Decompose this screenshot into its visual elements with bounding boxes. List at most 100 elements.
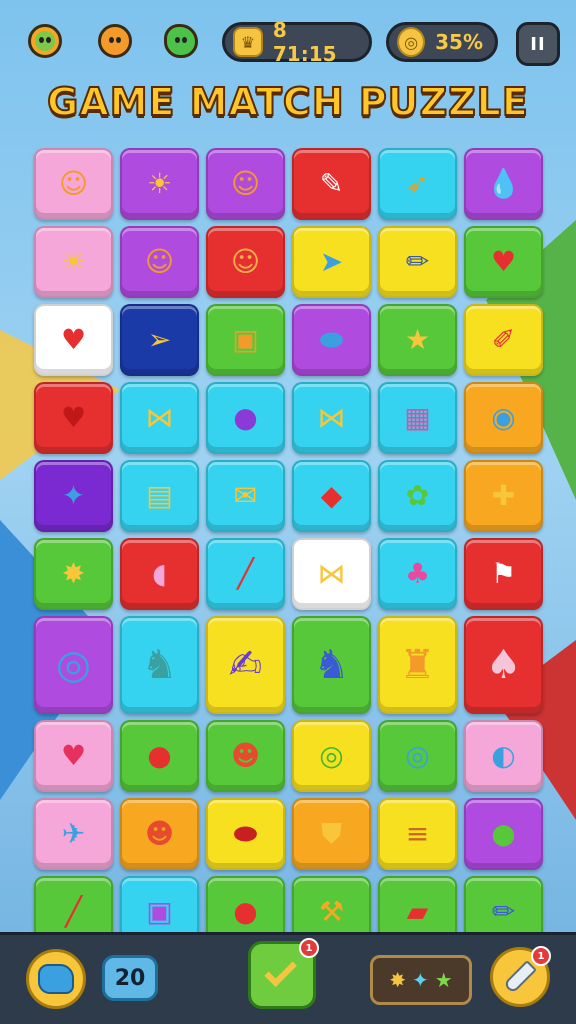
board-tile[interactable]: ✍: [206, 616, 285, 714]
board-tile[interactable]: ✎: [292, 148, 371, 220]
board-tile[interactable]: ♣: [378, 538, 457, 610]
star-icon: ✦: [412, 968, 429, 992]
robot-icon: ▦: [404, 401, 431, 434]
board-tile[interactable]: ◎: [34, 616, 113, 714]
green-apple-mascot-icon: [156, 16, 206, 66]
board-tile[interactable]: ●: [464, 798, 543, 870]
board-tile[interactable]: ☺: [206, 226, 285, 298]
puzzle-button[interactable]: [26, 949, 86, 1009]
blob-icon: ●: [233, 401, 258, 434]
board-tile[interactable]: ◉: [464, 382, 543, 454]
board-tile[interactable]: ☺: [120, 226, 199, 298]
star-icon: ✸: [61, 557, 86, 590]
board-tile[interactable]: ♥: [34, 304, 113, 376]
check-badge: 1: [299, 938, 319, 958]
banner-icon: ➢: [147, 323, 172, 356]
board-tile[interactable]: ♥: [34, 720, 113, 792]
board-tile[interactable]: ☻: [120, 798, 199, 870]
heart-icon: ♥: [60, 323, 87, 356]
sun-face-icon: ☀: [146, 167, 173, 200]
sun-face-icon: ☺: [58, 167, 89, 200]
coins-value: 8 71:15: [272, 18, 337, 66]
board-tile[interactable]: ✏: [378, 226, 457, 298]
fish-icon: ⋈: [317, 557, 346, 590]
cotton-candy-icon: ♠: [485, 642, 522, 688]
drop-icon: 💧: [486, 167, 521, 200]
heart-icon: ♥: [490, 245, 517, 278]
board-tile[interactable]: ◎: [378, 720, 457, 792]
board-tile[interactable]: ⬬: [206, 798, 285, 870]
board-tile[interactable]: ✿: [378, 460, 457, 532]
progress-value: 35%: [435, 30, 483, 54]
board-tile[interactable]: 💧: [464, 148, 543, 220]
board-tile[interactable]: ◐: [464, 720, 543, 792]
magnifier-icon: ◎: [405, 739, 430, 772]
board-tile[interactable]: ♥: [34, 382, 113, 454]
shield-icon: ⛊: [320, 817, 342, 850]
board-tile[interactable]: ✦: [34, 460, 113, 532]
board-tile[interactable]: ♠: [464, 616, 543, 714]
board-tile[interactable]: ✸: [34, 538, 113, 610]
envelope-icon: ✉: [233, 479, 258, 512]
board-tile[interactable]: ▣: [206, 304, 285, 376]
crown-coin-icon: ♛: [233, 27, 263, 57]
board-tile[interactable]: ➢: [120, 304, 199, 376]
hint-badge: 1: [531, 946, 551, 966]
board-tile[interactable]: ✉: [206, 460, 285, 532]
potion-icon: ●: [491, 817, 516, 850]
board-tile[interactable]: ⋈: [292, 382, 371, 454]
progress-counter: ◎ 35%: [386, 22, 498, 62]
board-tile[interactable]: ☺: [206, 148, 285, 220]
octopus-icon: ♜: [399, 642, 436, 688]
board-tile[interactable]: ✈: [34, 798, 113, 870]
board-tile[interactable]: ✚: [464, 460, 543, 532]
board-tile[interactable]: ♜: [378, 616, 457, 714]
check-button[interactable]: 1: [248, 938, 319, 1009]
board-tile[interactable]: ⋈: [292, 538, 371, 610]
moves-value: 20: [114, 965, 146, 991]
bottom-bar: 20 1 ✸ ✦ ★ 1: [0, 932, 576, 1024]
hint-button[interactable]: 1: [490, 946, 551, 1007]
stars-button[interactable]: ✸ ✦ ★: [370, 955, 472, 1005]
board-tile[interactable]: ◆: [292, 460, 371, 532]
board-tile[interactable]: ✐: [464, 304, 543, 376]
board-tile[interactable]: ●: [206, 382, 285, 454]
board-tile[interactable]: ⬬: [292, 304, 371, 376]
heart-icon: ♥: [60, 401, 87, 434]
coins-counter: ♛ 8 71:15: [222, 18, 372, 66]
spiral-coin-icon: ◎: [397, 27, 426, 57]
board-tile[interactable]: ●: [120, 720, 199, 792]
apple-icon: ●: [147, 739, 172, 772]
ticket-icon: ✚: [491, 479, 516, 512]
checkmark-icon: [264, 954, 297, 988]
board-tile[interactable]: ★: [378, 304, 457, 376]
arrow-icon: ➶: [405, 167, 430, 200]
crayon-icon: ╱: [65, 895, 82, 928]
star-icon: ✸: [389, 968, 407, 992]
seahorse-icon: ♞: [141, 642, 178, 688]
board-tile[interactable]: ≡: [378, 798, 457, 870]
top-bar: ♛ 8 71:15 ◎ 35% II: [16, 16, 560, 68]
board-tile[interactable]: ➤: [292, 226, 371, 298]
board-tile[interactable]: ☺: [34, 148, 113, 220]
board-tile[interactable]: ◎: [292, 720, 371, 792]
board-tile[interactable]: ☻: [206, 720, 285, 792]
board-tile[interactable]: ⚑: [464, 538, 543, 610]
swirl-icon: ◎: [319, 739, 344, 772]
board-tile[interactable]: ☀: [120, 148, 199, 220]
paper-plane-icon: ➤: [319, 245, 344, 278]
board-tile[interactable]: ☀: [34, 226, 113, 298]
board-tile[interactable]: ▦: [378, 382, 457, 454]
board-tile[interactable]: ▤: [120, 460, 199, 532]
board-tile[interactable]: ╱: [206, 538, 285, 610]
book-icon: ▤: [146, 479, 173, 512]
board-tile[interactable]: ♥: [464, 226, 543, 298]
board-tile[interactable]: ⋈: [120, 382, 199, 454]
board-tile[interactable]: ♞: [120, 616, 199, 714]
board-tile[interactable]: ➶: [378, 148, 457, 220]
board-tile[interactable]: ⛊: [292, 798, 371, 870]
board-tile[interactable]: ♞: [292, 616, 371, 714]
moves-counter: 20: [102, 955, 158, 1001]
board-tile[interactable]: ◖: [120, 538, 199, 610]
pause-button[interactable]: II: [516, 22, 560, 66]
